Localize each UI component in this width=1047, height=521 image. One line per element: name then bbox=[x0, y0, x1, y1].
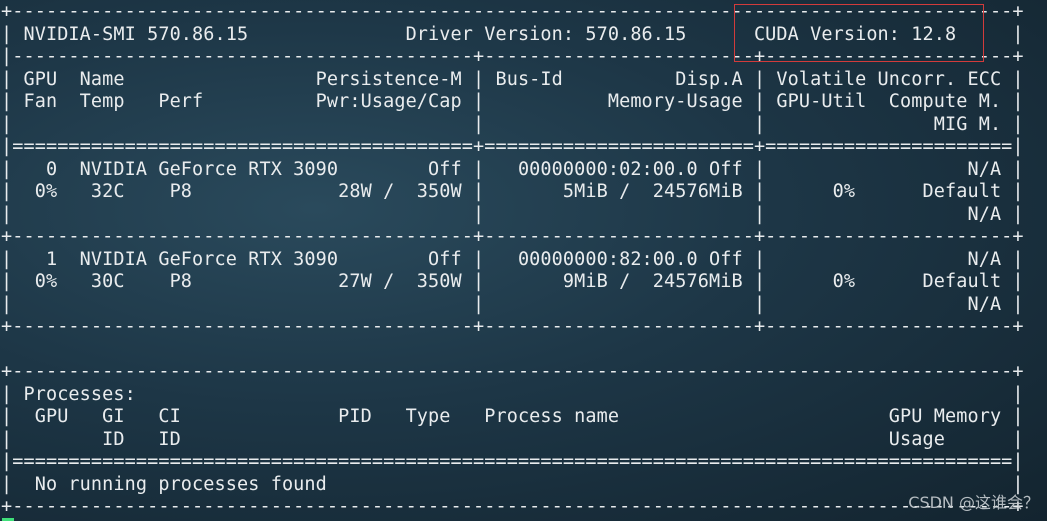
terminal-line-columns-3: | | | MIG M. | bbox=[1, 113, 1024, 135]
terminal-line: |=======================================… bbox=[1, 136, 1024, 157]
terminal-line-columns-2: | Fan Temp Perf Pwr:Usage/Cap | Memory-U… bbox=[1, 91, 1024, 112]
gpu0-row-2: | 0% 32C P8 28W / 350W | 5MiB / 24576MiB… bbox=[1, 181, 1024, 202]
processes-columns-1: | GPU GI CI PID Type Process name GPU Me… bbox=[1, 406, 1024, 427]
cuda-version-highlight-box bbox=[734, 4, 984, 62]
terminal-output[interactable]: +---------------------------------------… bbox=[1, 1, 1024, 519]
terminal-line: +---------------------------------------… bbox=[1, 361, 1024, 382]
gpu0-row-1: | 0 NVIDIA GeForce RTX 3090 Off | 000000… bbox=[1, 158, 1024, 180]
gpu0-row-3: | | | N/A | bbox=[1, 203, 1024, 225]
watermark: CSDN @这谁会？ bbox=[908, 493, 1039, 512]
gpu1-row-1: | 1 NVIDIA GeForce RTX 3090 Off | 000000… bbox=[1, 248, 1024, 270]
terminal-line: +---------------------------------------… bbox=[1, 226, 1024, 247]
terminal-line: |=======================================… bbox=[1, 451, 1024, 472]
processes-title: | Processes: | bbox=[1, 383, 1024, 405]
terminal-line: +---------------------------------------… bbox=[1, 316, 1024, 337]
terminal-line-columns-1: | GPU Name Persistence-M | Bus-Id Disp.A… bbox=[1, 68, 1024, 90]
processes-empty: | No running processes found | bbox=[1, 473, 1024, 495]
gpu1-row-3: | | | N/A | bbox=[1, 293, 1024, 315]
processes-columns-2: | ID ID Usage | bbox=[1, 428, 1024, 450]
terminal-line: +---------------------------------------… bbox=[1, 496, 1024, 517]
gpu1-row-2: | 0% 30C P8 27W / 350W | 9MiB / 24576MiB… bbox=[1, 271, 1024, 292]
